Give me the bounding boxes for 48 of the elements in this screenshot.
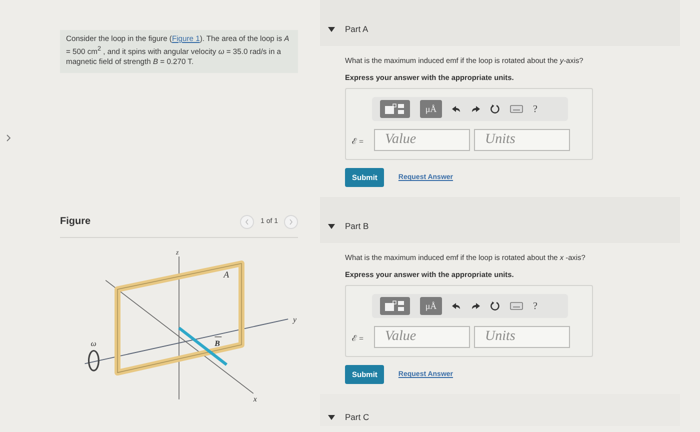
units-button[interactable]: μÅ xyxy=(420,100,442,118)
value-field[interactable]: Value xyxy=(374,326,470,348)
area-label: A xyxy=(224,268,230,279)
units-field[interactable]: Units xyxy=(474,326,570,348)
axis-label: x xyxy=(253,394,257,402)
redo-button[interactable] xyxy=(471,302,480,310)
field-label: B xyxy=(214,338,220,348)
undo-button[interactable] xyxy=(452,105,461,113)
chevron-left-icon xyxy=(245,218,250,225)
templates-icon xyxy=(384,300,406,312)
chevron-right-icon xyxy=(289,218,293,225)
templates-icon xyxy=(384,103,406,115)
axis-label: y xyxy=(293,314,297,324)
undo-button[interactable] xyxy=(452,302,461,310)
caret-icon xyxy=(328,414,335,420)
emf-label: ℰ = xyxy=(352,332,365,342)
caret-icon xyxy=(328,26,335,32)
figure-title: Figure xyxy=(60,216,91,228)
emf-label: ℰ = xyxy=(352,136,365,146)
angular-velocity-label: ω xyxy=(90,338,96,348)
keyboard-icon xyxy=(510,302,523,310)
part-title: Part B xyxy=(345,221,369,231)
units-field[interactable]: Units xyxy=(474,129,570,151)
undo-icon xyxy=(452,302,461,310)
chevron-right-icon[interactable] xyxy=(6,134,11,142)
part-title: Part C xyxy=(345,412,370,422)
units-button[interactable]: μÅ xyxy=(420,297,442,315)
redo-icon xyxy=(471,105,480,113)
help-button[interactable]: ? xyxy=(533,104,538,114)
templates-button[interactable] xyxy=(380,297,410,315)
reset-icon xyxy=(490,301,500,311)
undo-icon xyxy=(452,105,461,113)
reset-button[interactable] xyxy=(490,104,500,114)
part-header[interactable]: Part A xyxy=(320,0,680,46)
part-title: Part A xyxy=(345,24,368,34)
part-header[interactable]: Part C xyxy=(320,394,680,426)
templates-button[interactable] xyxy=(380,100,410,118)
value-field[interactable]: Value xyxy=(374,129,470,151)
keyboard-button[interactable] xyxy=(510,302,523,310)
redo-icon xyxy=(471,302,480,310)
reset-icon xyxy=(490,104,500,114)
keyboard-button[interactable] xyxy=(510,105,523,113)
part-header[interactable]: Part B xyxy=(320,197,680,243)
keyboard-icon xyxy=(510,105,523,113)
redo-button[interactable] xyxy=(471,105,480,113)
caret-icon xyxy=(328,224,335,228)
help-button[interactable]: ? xyxy=(533,300,538,312)
reset-button[interactable] xyxy=(490,301,500,311)
